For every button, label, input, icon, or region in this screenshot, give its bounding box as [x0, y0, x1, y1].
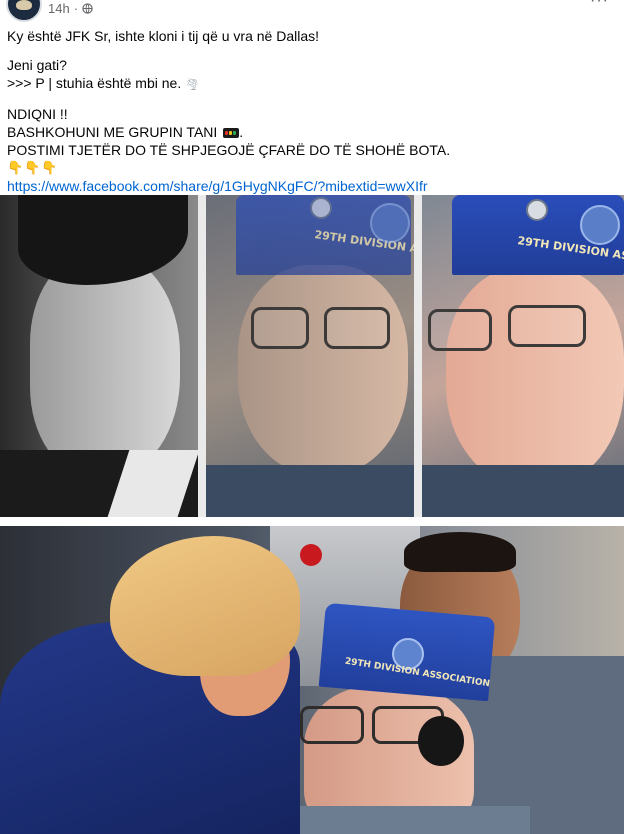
leaning-man-hair — [110, 536, 300, 676]
post-line-4: NDIQNI !! — [7, 106, 68, 122]
post-header: 14h · ··· — [0, 0, 624, 22]
tornado-icon: 🌪 — [185, 79, 200, 91]
post-line-1: Ky është JFK Sr, ishte kloni i tij që u … — [7, 28, 320, 44]
veteran-cap-pin — [526, 199, 548, 221]
background-man-hair — [404, 532, 516, 572]
image-panel-veteran-portrait: 29TH DIVISION ASSO — [422, 195, 624, 517]
veteran-face — [446, 267, 624, 487]
post-image-top[interactable]: 29TH DIVISION ASSO 29TH DIVISION ASSO — [0, 195, 624, 517]
post-line-5: BASHKOHUNI ME GRUPIN TANI — [7, 124, 218, 140]
post-line-6: POSTIMI TJETËR DO TË SHPJEGOJË ÇFARË DO … — [7, 142, 451, 158]
post-line-5-suffix: . — [239, 124, 244, 140]
medal-icon — [300, 544, 322, 566]
time-label[interactable]: 14h — [48, 1, 70, 16]
pointing-down-icon: 👇👇👇 — [7, 160, 59, 175]
blend-cap-pin — [310, 197, 332, 219]
image-panel-blend-portrait: 29TH DIVISION ASSO — [206, 195, 414, 517]
globe-icon — [82, 3, 93, 14]
post-line-5-wrap: BASHKOHUNI ME GRUPIN TANI . — [7, 123, 617, 141]
post-line-3-wrap: >>> P | stuhia është mbi ne. 🌪 — [7, 74, 617, 94]
veteran-jacket — [422, 465, 624, 517]
post-timestamp[interactable]: 14h · — [48, 1, 93, 16]
bw-face — [30, 255, 180, 475]
post-line-3: >>> P | stuhia është mbi ne. — [7, 75, 182, 91]
veteran-glasses-right — [508, 305, 586, 347]
traffic-light-flag-icon — [223, 128, 240, 139]
post-line-2: Jeni gati? — [7, 57, 67, 73]
post-image-bottom[interactable]: 29TH DIVISION ASSOCIATION — [0, 526, 624, 834]
blend-jacket — [206, 465, 414, 517]
time-separator: · — [73, 1, 79, 16]
veteran-jacket-bottom — [300, 806, 530, 834]
post-link[interactable]: https://www.facebook.com/share/g/1GHygNK… — [7, 177, 617, 195]
blend-glasses-right — [324, 307, 390, 349]
post-text: Ky është JFK Sr, ishte kloni i tij që u … — [7, 27, 617, 206]
blend-glasses-left — [251, 307, 309, 349]
veteran-cap-patch — [580, 205, 620, 245]
veteran-glasses-left — [428, 309, 492, 351]
more-icon[interactable]: ··· — [590, 0, 609, 10]
bw-hair — [18, 195, 188, 285]
image-panel-bw-portrait — [0, 195, 198, 517]
headset-icon — [418, 716, 464, 766]
blend-cap-patch — [370, 203, 410, 243]
page-avatar[interactable] — [6, 0, 42, 22]
blend-face — [238, 265, 408, 475]
